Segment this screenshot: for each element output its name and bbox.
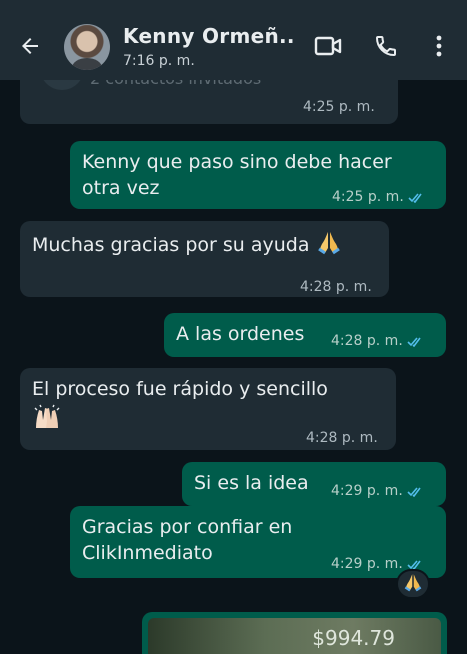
contact-card-avatar (40, 80, 84, 90)
whatsapp-chat-screen: Kenny Ormeñ... 7:16 p. m. 2 contactos in… (0, 0, 467, 654)
payment-screenshot-image[interactable]: $994.79 (148, 618, 441, 654)
read-ticks-icon (407, 480, 423, 506)
message-time: 4:28 p. m. (331, 333, 403, 349)
raising-hands-icon (32, 404, 62, 437)
message-text-line-1: Gracias por confiar en (82, 516, 293, 538)
last-seen-status: 7:16 p. m. (123, 53, 195, 69)
message-bubble-outgoing[interactable]: Si es la idea 4:29 p. m. (182, 462, 446, 506)
image-message[interactable]: $994.79 (142, 612, 447, 654)
message-text: El proceso fue rápido y sencillo (32, 378, 328, 400)
message-meta: 4:25 p. m. (332, 184, 424, 212)
message-time: 4:28 p. m. (300, 279, 372, 295)
message-text-line-1: Kenny que paso sino debe hacer (82, 151, 392, 173)
message-time: 4:29 p. m. (331, 556, 403, 572)
message-meta: 4:28 p. m. (331, 328, 423, 356)
message-text: Si es la idea (194, 472, 309, 494)
folded-hands-icon (403, 572, 423, 596)
message-text: 2 contactos invitados (90, 80, 261, 92)
message-list: 2 contactos invitados 4:25 p. m. Kenny q… (0, 80, 467, 654)
message-bubble-incoming[interactable]: 2 contactos invitados 4:25 p. m. (20, 80, 398, 124)
message-text: Muchas gracias por su ayuda (32, 234, 310, 256)
read-ticks-icon (407, 330, 423, 356)
message-time: 4:28 p. m. (306, 430, 378, 446)
video-call-icon[interactable] (312, 30, 344, 62)
back-arrow-icon[interactable] (12, 28, 48, 64)
image-amount-text: $994.79 (312, 626, 395, 650)
contact-name[interactable]: Kenny Ormeñ... (123, 24, 293, 48)
contact-avatar[interactable] (64, 24, 110, 70)
message-time: 4:25 p. m. (303, 99, 375, 115)
message-time: 4:25 p. m. (332, 189, 404, 205)
voice-call-icon[interactable] (370, 30, 402, 62)
read-ticks-icon (408, 186, 424, 212)
more-options-icon[interactable] (423, 30, 455, 62)
message-meta: 4:29 p. m. (331, 478, 423, 506)
message-time: 4:29 p. m. (331, 483, 403, 499)
message-reaction[interactable] (396, 569, 430, 599)
folded-hands-icon (316, 229, 342, 262)
message-bubble-incoming[interactable]: Muchas gracias por su ayuda 4:28 p. m. (20, 221, 389, 297)
message-bubble-outgoing[interactable]: A las ordenes 4:28 p. m. (164, 313, 446, 357)
message-bubble-incoming[interactable]: El proceso fue rápido y sencillo 4:28 p.… (20, 368, 396, 450)
message-bubble-outgoing[interactable]: Kenny que paso sino debe hacer otra vez … (70, 141, 446, 209)
chat-header: Kenny Ormeñ... 7:16 p. m. (0, 0, 467, 80)
message-bubble-outgoing[interactable]: Gracias por confiar en ClikInmediato 4:2… (70, 506, 446, 578)
message-text: A las ordenes (176, 323, 305, 345)
